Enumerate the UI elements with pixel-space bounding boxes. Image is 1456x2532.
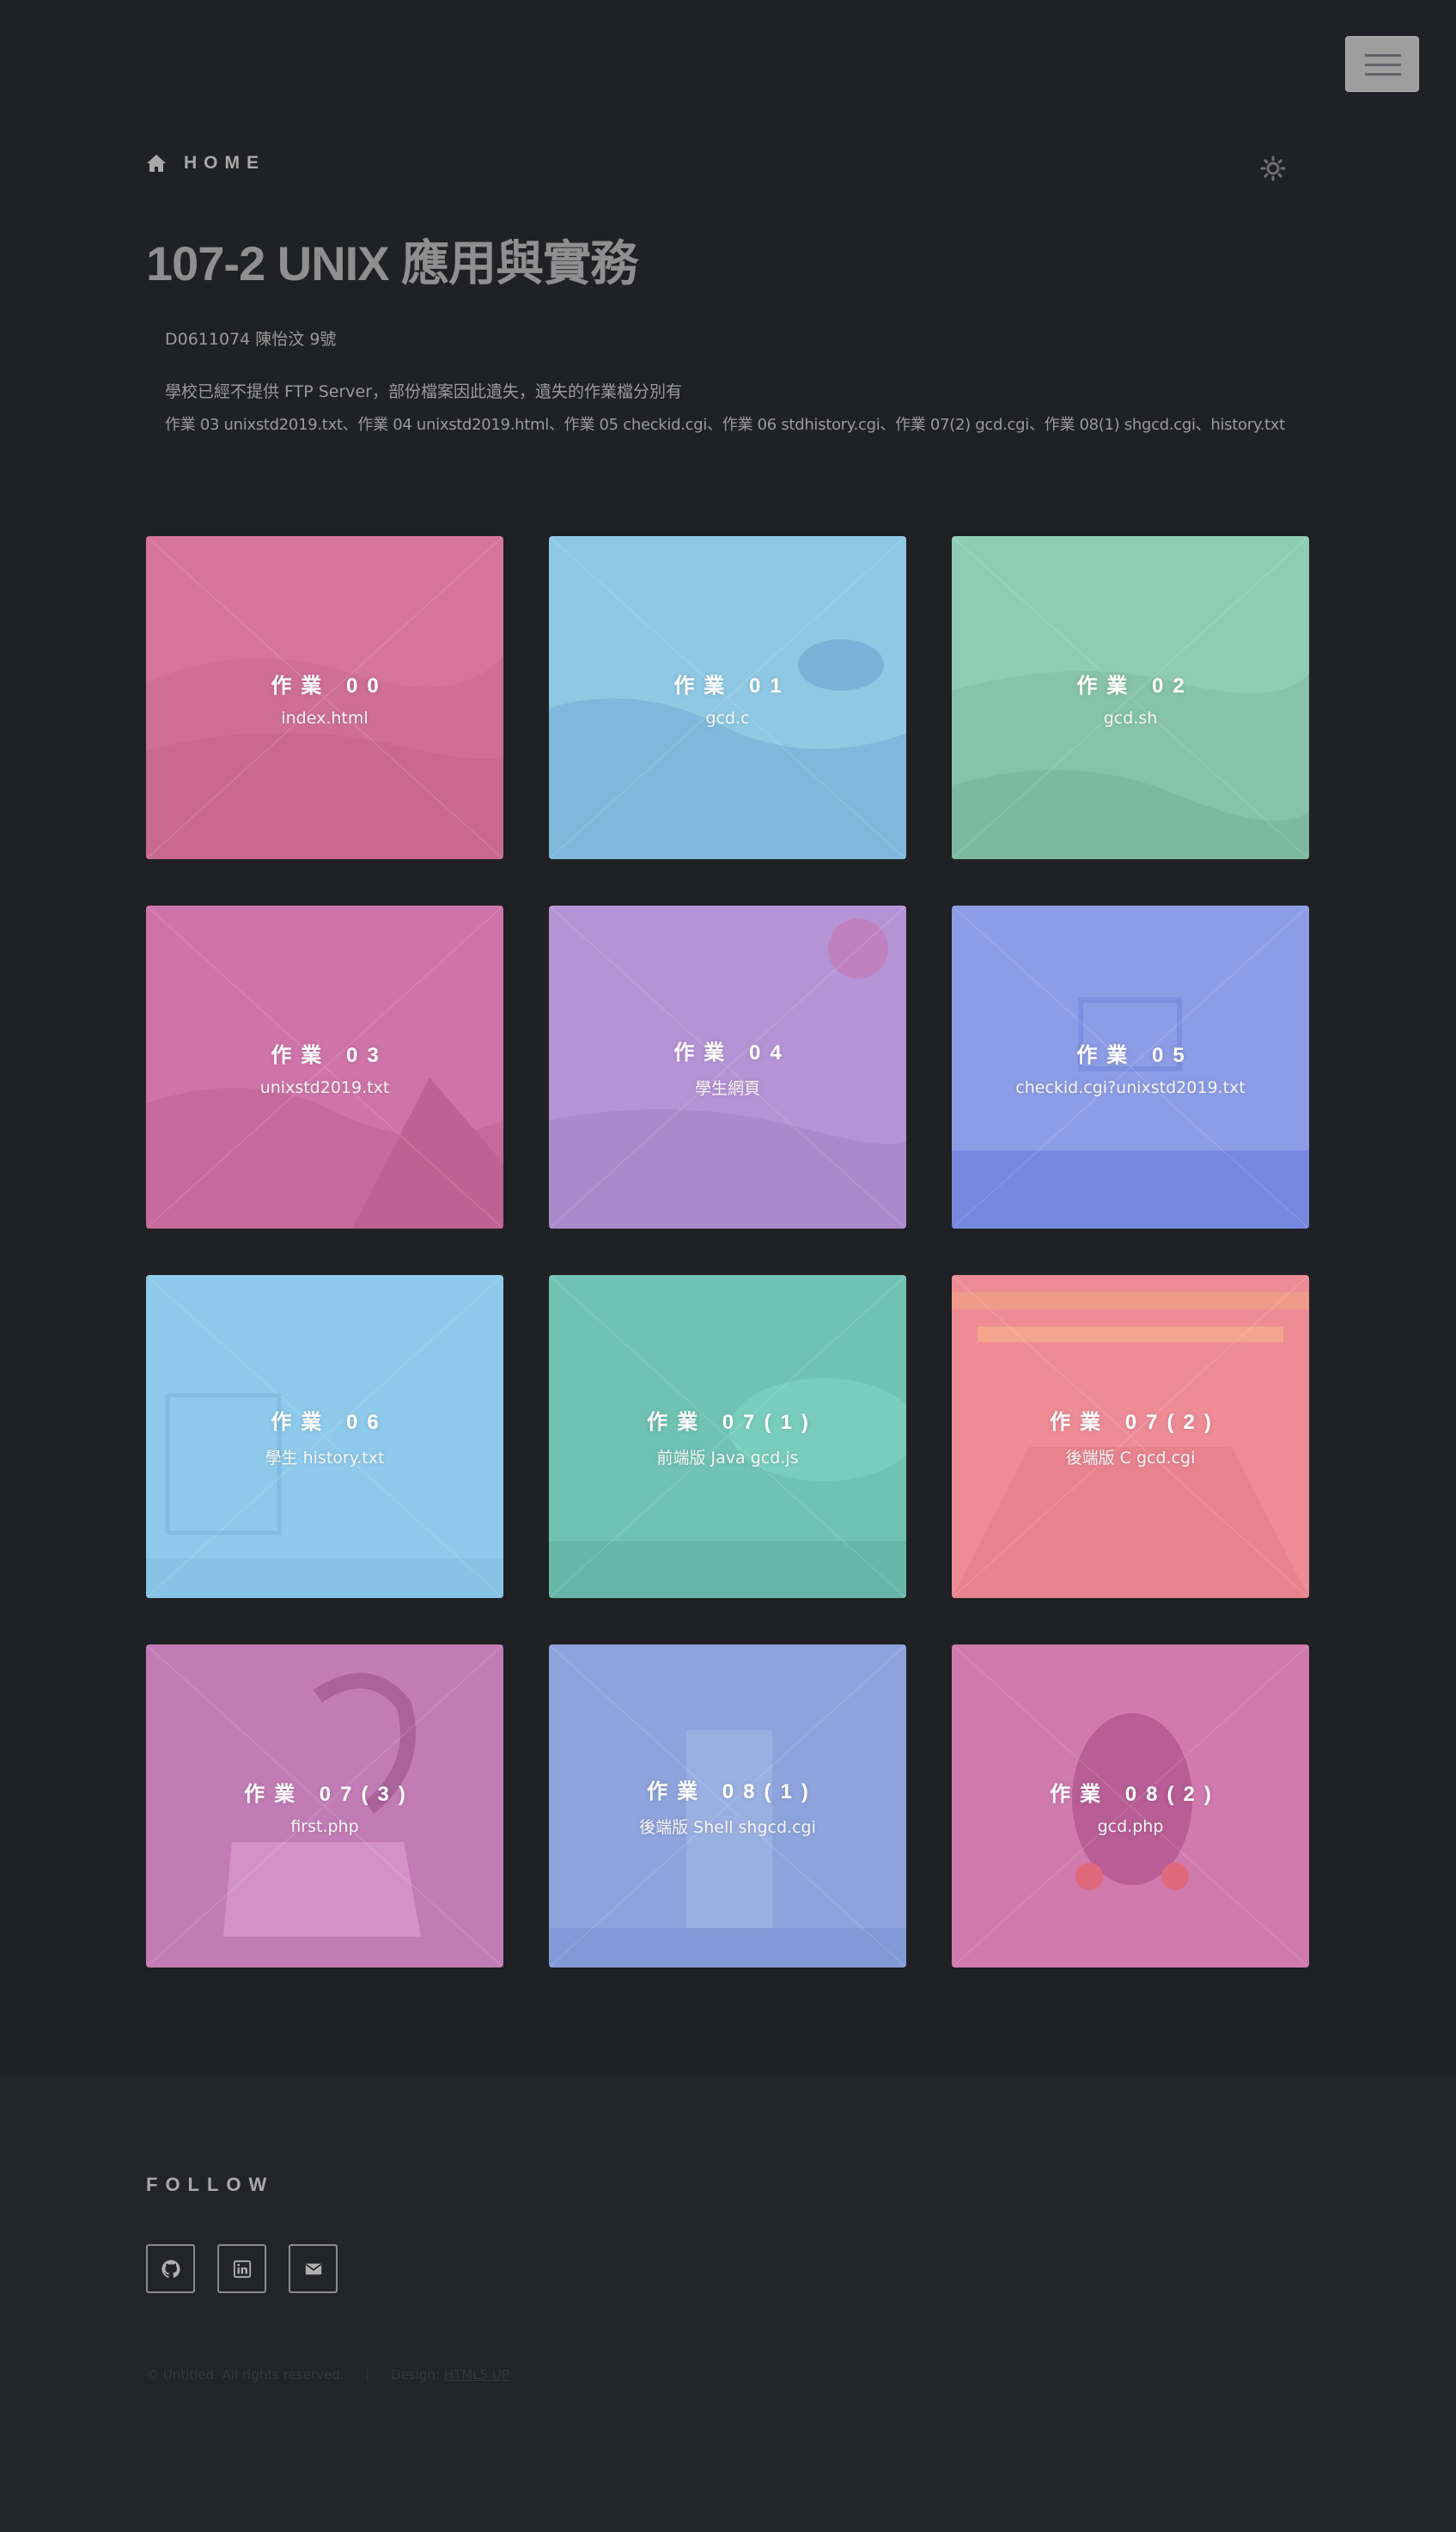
intro-text: D0611074 陳怡汶 9號 學校已經不提供 FTP Server，部份檔案因… <box>165 326 1285 435</box>
card-title: 作業 02 <box>1076 674 1194 698</box>
copyright: © Untitled. All rights reserved. | Desig… <box>146 2367 509 2383</box>
homework-card-05[interactable]: 作業 05 checkid.cgi?unixstd2019.txt <box>952 906 1309 1229</box>
card-file: unixstd2019.txt <box>259 1077 390 1097</box>
design-credit-link[interactable]: HTML5 UP <box>444 2367 509 2383</box>
hamburger-icon-line <box>1365 73 1401 76</box>
card-title: 作業 08(2) <box>1050 1782 1221 1806</box>
card-file: gcd.sh <box>1103 708 1158 728</box>
card-title: 作業 08(1) <box>647 1780 818 1803</box>
homework-grid: 作業 00 index.html 作業 01 gcd.c 作業 02 gcd.s… <box>146 536 1310 1968</box>
card-title: 作業 06 <box>271 1411 388 1434</box>
ftp-notice: 學校已經不提供 FTP Server，部份檔案因此遺失，遺失的作業檔分別有 <box>165 382 683 401</box>
card-file: index.html <box>281 708 369 728</box>
homework-card-08-1[interactable]: 作業 08(1) 後端版 Shell shgcd.cgi <box>549 1644 906 1968</box>
card-title: 作業 07(2) <box>1050 1411 1221 1434</box>
card-title: 作業 03 <box>271 1043 388 1067</box>
homework-card-02[interactable]: 作業 02 gcd.sh <box>952 536 1309 859</box>
card-title: 作業 01 <box>673 674 791 698</box>
card-file: first.php <box>290 1816 359 1836</box>
linkedin-icon <box>233 2260 251 2278</box>
card-file: 學生 history.txt <box>265 1449 385 1467</box>
missing-files: 作業 03 unixstd2019.txt、作業 04 unixstd2019.… <box>165 416 1285 434</box>
sun-icon[interactable] <box>1260 156 1286 181</box>
homework-card-06[interactable]: 作業 06 學生 history.txt <box>146 1275 503 1598</box>
card-art <box>549 1275 906 1598</box>
menu-button[interactable] <box>1345 36 1419 92</box>
card-title: 作業 04 <box>673 1041 791 1065</box>
card-title: 作業 07(3) <box>244 1782 415 1806</box>
card-file: 學生網頁 <box>694 1079 760 1098</box>
copyright-text: © Untitled. All rights reserved. <box>146 2367 344 2383</box>
card-title: 作業 05 <box>1076 1043 1194 1067</box>
homework-card-08-2[interactable]: 作業 08(2) gcd.php <box>952 1644 1309 1968</box>
homework-card-01[interactable]: 作業 01 gcd.c <box>549 536 906 859</box>
email-button[interactable] <box>289 2244 338 2293</box>
linkedin-button[interactable] <box>217 2244 266 2293</box>
hamburger-icon-line <box>1365 54 1401 57</box>
footer: FOLLOW © Untitled. All rights reserved. … <box>0 2077 1456 2532</box>
github-button[interactable] <box>146 2244 195 2293</box>
card-title: 作業 07(1) <box>647 1411 818 1434</box>
envelope-icon <box>305 2263 321 2274</box>
card-file: gcd.c <box>705 708 750 728</box>
follow-heading: FOLLOW <box>146 2174 275 2195</box>
card-file: 前端版 Java gcd.js <box>656 1449 799 1467</box>
homework-card-04[interactable]: 作業 04 學生網頁 <box>549 906 906 1229</box>
hamburger-icon-line <box>1365 64 1401 66</box>
social-links <box>146 2244 338 2293</box>
card-art <box>146 1275 503 1598</box>
page-title: 107-2 UNIX 應用與實務 <box>146 236 638 290</box>
homework-card-07-1[interactable]: 作業 07(1) 前端版 Java gcd.js <box>549 1275 906 1598</box>
separator: | <box>365 2367 370 2383</box>
homework-card-00[interactable]: 作業 00 index.html <box>146 536 503 859</box>
card-art <box>549 1644 906 1968</box>
card-art <box>549 906 906 1229</box>
card-file: 後端版 C gcd.cgi <box>1065 1449 1196 1467</box>
home-link[interactable]: HOME <box>146 153 265 174</box>
github-icon <box>161 2259 180 2278</box>
design-credit: Design: <box>391 2367 440 2383</box>
card-file: gcd.php <box>1097 1816 1164 1836</box>
homework-card-07-3[interactable]: 作業 07(3) first.php <box>146 1644 503 1968</box>
homework-card-07-2[interactable]: 作業 07(2) 後端版 C gcd.cgi <box>952 1275 1309 1598</box>
homework-card-03[interactable]: 作業 03 unixstd2019.txt <box>146 906 503 1229</box>
card-file: checkid.cgi?unixstd2019.txt <box>1015 1077 1246 1097</box>
card-file: 後端版 Shell shgcd.cgi <box>639 1818 816 1837</box>
card-art <box>952 1275 1309 1598</box>
student-info: D0611074 陳怡汶 9號 <box>165 330 337 349</box>
home-icon <box>147 155 166 172</box>
card-title: 作業 00 <box>271 674 388 698</box>
home-label: HOME <box>184 153 265 173</box>
